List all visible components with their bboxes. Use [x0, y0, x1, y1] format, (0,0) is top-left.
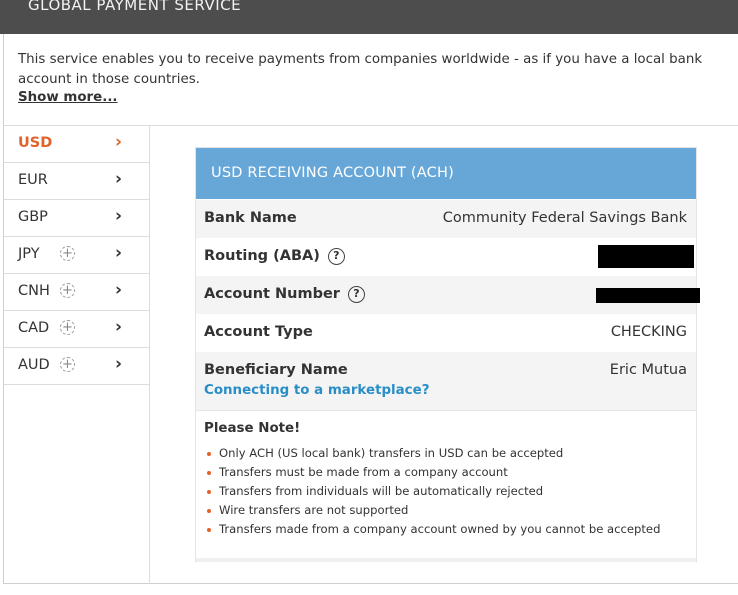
note-title: Please Note! — [204, 421, 301, 436]
note-list: Only ACH (US local bank) transfers in US… — [204, 444, 660, 539]
chevron-right-icon: › — [115, 354, 123, 374]
currency-code: CAD — [18, 320, 50, 336]
divider — [196, 410, 696, 411]
redacted-routing-value — [598, 245, 694, 268]
account-number-label: Account Number — [204, 286, 340, 302]
note-item: Wire transfers are not supported — [204, 501, 660, 520]
chevron-right-icon: › — [115, 243, 123, 263]
page-title: GLOBAL PAYMENT SERVICE — [28, 0, 242, 14]
page-header: GLOBAL PAYMENT SERVICE — [0, 0, 738, 34]
currency-code: EUR — [18, 172, 48, 188]
note-item: Transfers from individuals will be autom… — [204, 482, 660, 501]
routing-row: Routing (ABA)? — [196, 238, 696, 276]
beneficiary-value: Eric Mutua — [609, 362, 687, 378]
question-circle-icon[interactable]: ? — [327, 248, 345, 265]
currency-code: USD — [18, 135, 53, 151]
question-circle-icon[interactable]: ? — [347, 286, 365, 303]
currency-tab-aud[interactable]: AUD + › — [3, 348, 149, 385]
routing-label: Routing (ABA) — [204, 248, 320, 264]
currency-tab-eur[interactable]: EUR › — [3, 163, 149, 200]
bank-name-row: Bank Name Community Federal Savings Bank — [196, 200, 696, 238]
currency-tab-jpy[interactable]: JPY + › — [3, 237, 149, 274]
chevron-right-icon: › — [115, 206, 123, 226]
chevron-right-icon: › — [115, 132, 123, 152]
account-type-row: Account Type CHECKING — [196, 314, 696, 352]
currency-code: AUD — [18, 357, 50, 373]
card-footer — [196, 558, 696, 562]
note-item: Only ACH (US local bank) transfers in US… — [204, 444, 660, 463]
plus-circle-icon[interactable]: + — [60, 283, 75, 298]
currency-tab-usd[interactable]: USD › — [3, 126, 149, 163]
redacted-account-number-value — [596, 288, 700, 303]
currency-code: CNH — [18, 283, 50, 299]
show-more-link[interactable]: Show more... — [18, 90, 118, 105]
card-header: USD RECEIVING ACCOUNT (ACH) — [196, 148, 696, 199]
plus-circle-icon[interactable]: + — [60, 246, 75, 261]
account-number-row: Account Number? — [196, 276, 700, 314]
routing-label-group: Routing (ABA)? — [204, 248, 345, 265]
bank-name-value: Community Federal Savings Bank — [442, 210, 687, 226]
currency-tab-cnh[interactable]: CNH + › — [3, 274, 149, 311]
account-type-value: CHECKING — [610, 324, 687, 340]
currency-tab-gbp[interactable]: GBP › — [3, 200, 149, 237]
beneficiary-row: Beneficiary Name Eric Mutua — [196, 352, 696, 410]
receiving-account-card: USD RECEIVING ACCOUNT (ACH) Bank Name Co… — [195, 147, 700, 562]
intro-text: This service enables you to receive paym… — [18, 52, 703, 87]
card-title: USD RECEIVING ACCOUNT (ACH) — [211, 165, 454, 181]
currency-code: JPY — [18, 246, 40, 262]
chevron-right-icon: › — [115, 317, 123, 337]
bank-name-label: Bank Name — [204, 210, 297, 226]
currency-tab-cad[interactable]: CAD + › — [3, 311, 149, 348]
plus-circle-icon[interactable]: + — [60, 357, 75, 372]
plus-circle-icon[interactable]: + — [60, 320, 75, 335]
chevron-right-icon: › — [115, 169, 123, 189]
note-item: Transfers made from a company account ow… — [204, 520, 660, 539]
account-type-label: Account Type — [204, 324, 313, 340]
currency-code: GBP — [18, 209, 48, 225]
currency-sidebar: USD › EUR › GBP › JPY + › CNH + › CAD + … — [3, 126, 150, 584]
chevron-right-icon: › — [115, 280, 123, 300]
note-item: Transfers must be made from a company ac… — [204, 463, 660, 482]
beneficiary-label: Beneficiary Name — [204, 362, 348, 378]
marketplace-link[interactable]: Connecting to a marketplace? — [204, 383, 429, 398]
account-number-label-group: Account Number? — [204, 286, 365, 303]
